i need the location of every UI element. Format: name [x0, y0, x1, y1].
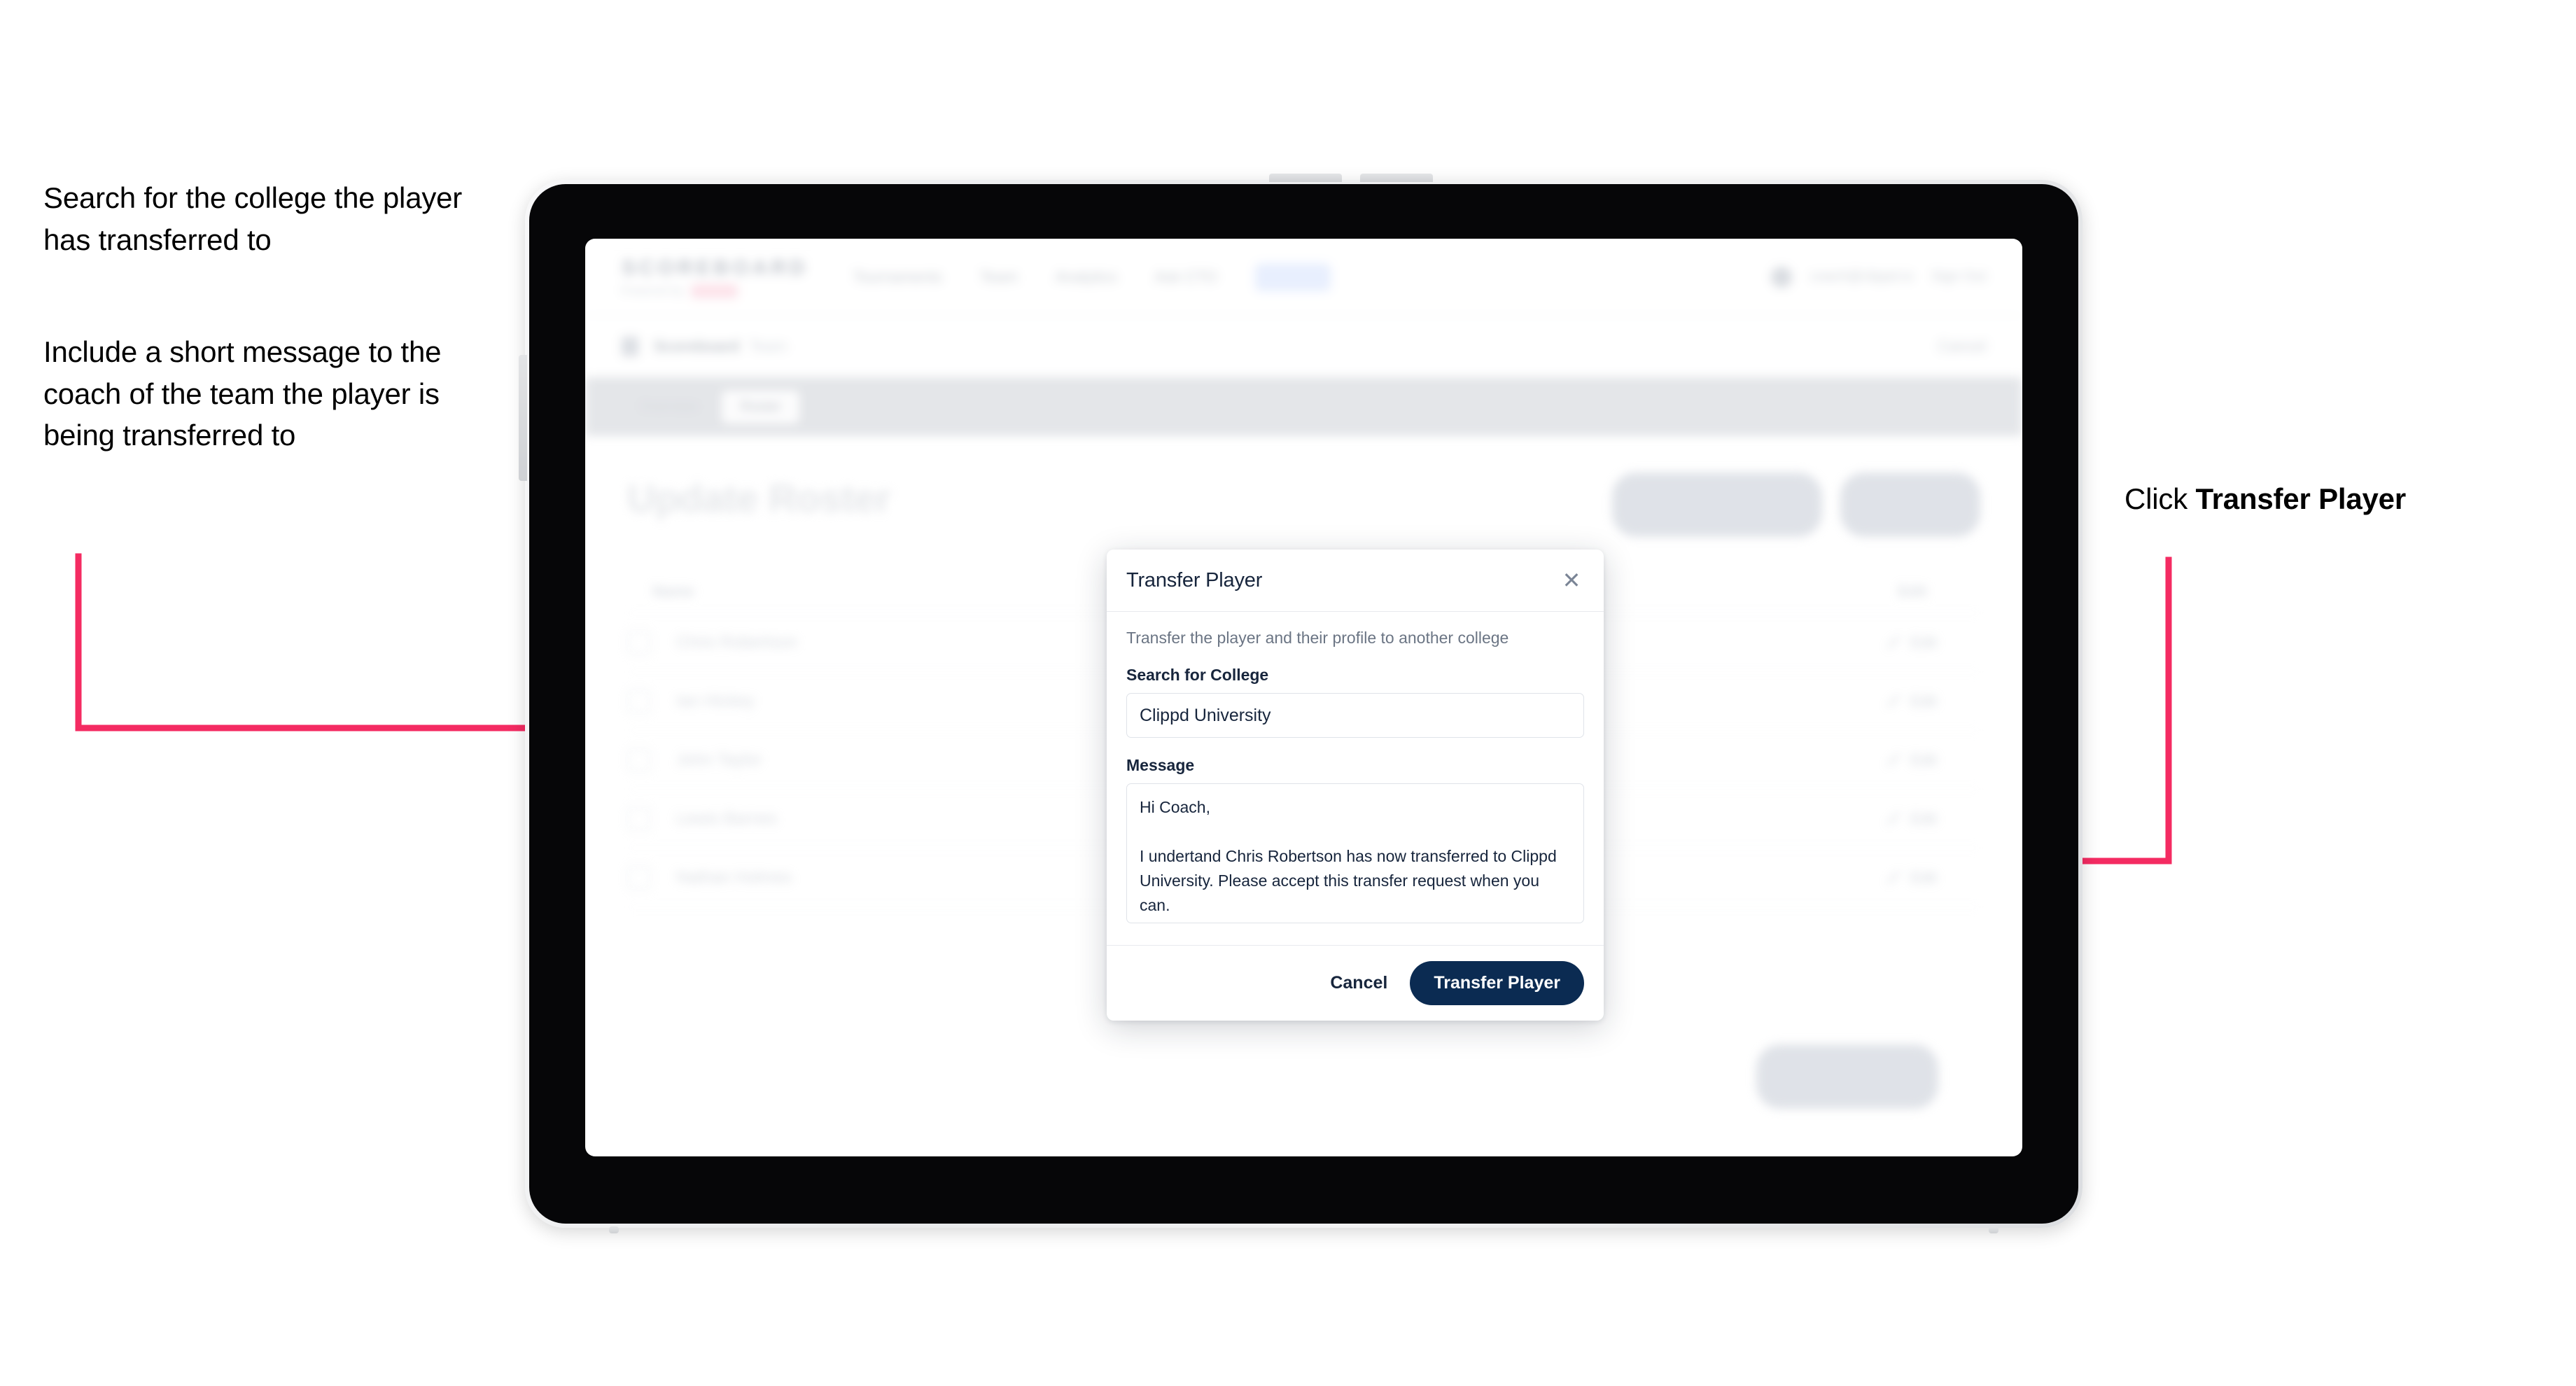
- transfer-player-button[interactable]: Transfer Player: [1410, 961, 1584, 1005]
- annotation-include-message: Include a short message to the coach of …: [43, 335, 442, 452]
- annotation-click-transfer: Click Transfer Player: [2124, 478, 2558, 520]
- volume-up-button[interactable]: [1269, 174, 1342, 182]
- modal-title: Transfer Player: [1126, 568, 1263, 592]
- message-textarea[interactable]: Hi Coach, I undertand Chris Robertson ha…: [1126, 783, 1584, 923]
- tablet-device-frame: SCOREBOARD Powered by clippd Tournaments…: [519, 174, 2082, 1233]
- edit-label: Edit: [1910, 809, 1937, 827]
- save-roster-changes-button[interactable]: Save Roster Changes: [1756, 1044, 1938, 1109]
- avatar[interactable]: [1771, 266, 1793, 288]
- pencil-icon: [1886, 870, 1901, 885]
- nav-right-cluster: coach@clippd.io Sign Out: [1771, 266, 1986, 288]
- breadcrumb-current[interactable]: Scoreboard: [654, 337, 739, 356]
- modal-footer: Cancel Transfer Player: [1107, 945, 1604, 1021]
- player-name: Nathan Holmes: [676, 867, 792, 887]
- nav-link-tournaments[interactable]: Tournaments: [853, 268, 942, 286]
- sign-out-link[interactable]: Sign Out: [1931, 269, 1986, 285]
- pencil-icon: [1886, 635, 1901, 650]
- modal-header: Transfer Player ✕: [1107, 550, 1604, 612]
- nav-link-team[interactable]: Team: [980, 268, 1018, 286]
- nav-user-email: coach@clippd.io: [1810, 269, 1914, 284]
- row-edit-action[interactable]: Edit: [1886, 634, 1937, 652]
- nav-link-analytics[interactable]: Analytics: [1056, 268, 1117, 286]
- annotation-search-college: Search for the college the player has tr…: [43, 181, 463, 256]
- field-spacer: [1126, 738, 1584, 756]
- tablet-screen: SCOREBOARD Powered by clippd Tournaments…: [585, 239, 2022, 1156]
- add-player-button[interactable]: Add Player: [1840, 472, 1980, 537]
- player-name: Lewis Barnes: [676, 808, 778, 828]
- tab-roster[interactable]: Roster: [722, 390, 800, 424]
- brand-powered-by: Powered by: [622, 285, 685, 297]
- device-foot-right: [1989, 1226, 1998, 1233]
- tablet-bezel: SCOREBOARD Powered by clippd Tournaments…: [529, 184, 2078, 1224]
- annotation-click-prefix: Click: [2124, 482, 2196, 515]
- pencil-icon: [1886, 752, 1901, 767]
- app-breadcrumb-bar: Scoreboard Team Cancel: [585, 316, 2022, 377]
- request-player-transfer-button[interactable]: Request Player Transfer: [1612, 472, 1822, 537]
- pencil-icon: [1886, 694, 1901, 708]
- player-name: John Taylor: [676, 750, 762, 769]
- row-checkbox[interactable]: [627, 630, 651, 654]
- edit-label: Edit: [1910, 750, 1937, 769]
- row-checkbox[interactable]: [627, 806, 651, 831]
- cancel-button[interactable]: Cancel: [1326, 966, 1392, 1000]
- search-college-input[interactable]: [1126, 693, 1584, 738]
- brand-tagline: Powered by clippd: [622, 284, 808, 298]
- row-checkbox[interactable]: [627, 689, 651, 713]
- modal-body: Transfer the player and their profile to…: [1107, 612, 1604, 945]
- modal-subtitle: Transfer the player and their profile to…: [1126, 629, 1509, 647]
- edit-label: Edit: [1910, 868, 1937, 886]
- page-footer-actions: Save Roster Changes: [627, 1044, 1980, 1109]
- nav-link-ask-cto[interactable]: Ask CTO: [1155, 268, 1217, 286]
- player-name: Chris Robertson: [676, 632, 798, 652]
- subbar-cancel-link[interactable]: Cancel: [1938, 337, 1986, 356]
- breadcrumb-parent[interactable]: Team: [749, 337, 787, 356]
- row-edit-action[interactable]: Edit: [1886, 810, 1937, 828]
- volume-down-button[interactable]: [1360, 174, 1433, 182]
- row-checkbox[interactable]: [627, 865, 651, 890]
- row-edit-action[interactable]: Edit: [1886, 869, 1937, 887]
- tab-overview[interactable]: Overview: [622, 391, 716, 424]
- transfer-player-modal: Transfer Player ✕ Transfer the player an…: [1107, 550, 1604, 1021]
- message-label: Message: [1126, 756, 1195, 774]
- close-icon[interactable]: ✕: [1558, 566, 1586, 594]
- annotation-click-bold: Transfer Player: [2195, 482, 2406, 515]
- row-edit-action[interactable]: Edit: [1886, 692, 1937, 710]
- nav-links: Tournaments Team Analytics Ask CTO Roste…: [853, 262, 1331, 291]
- row-checkbox[interactable]: [627, 748, 651, 772]
- row-edit-action[interactable]: Edit: [1886, 751, 1937, 769]
- brand-name: SCOREBOARD: [622, 255, 808, 279]
- brand-clippd-pill: clippd: [691, 284, 738, 298]
- power-button[interactable]: [519, 355, 527, 481]
- edit-label: Edit: [1910, 692, 1937, 710]
- search-college-label: Search for College: [1126, 666, 1269, 684]
- nav-link-roster-active[interactable]: Roster: [1254, 262, 1331, 291]
- screenshot-canvas: Search for the college the player has tr…: [0, 0, 2576, 1386]
- page-action-buttons: Request Player Transfer Add Player: [1612, 472, 1980, 537]
- player-name: Ian Hickey: [676, 691, 755, 710]
- app-navbar: SCOREBOARD Powered by clippd Tournaments…: [585, 239, 2022, 316]
- device-foot-left: [609, 1226, 619, 1233]
- segmented-tab-bar: Overview Roster: [585, 377, 2022, 436]
- scoreboard-icon: [622, 336, 638, 356]
- brand-logo[interactable]: SCOREBOARD Powered by clippd: [622, 256, 808, 298]
- pencil-icon: [1886, 811, 1901, 826]
- edit-label: Edit: [1910, 633, 1937, 651]
- column-header-name: Name: [652, 582, 694, 600]
- column-header-edit: Edit: [1898, 582, 1927, 600]
